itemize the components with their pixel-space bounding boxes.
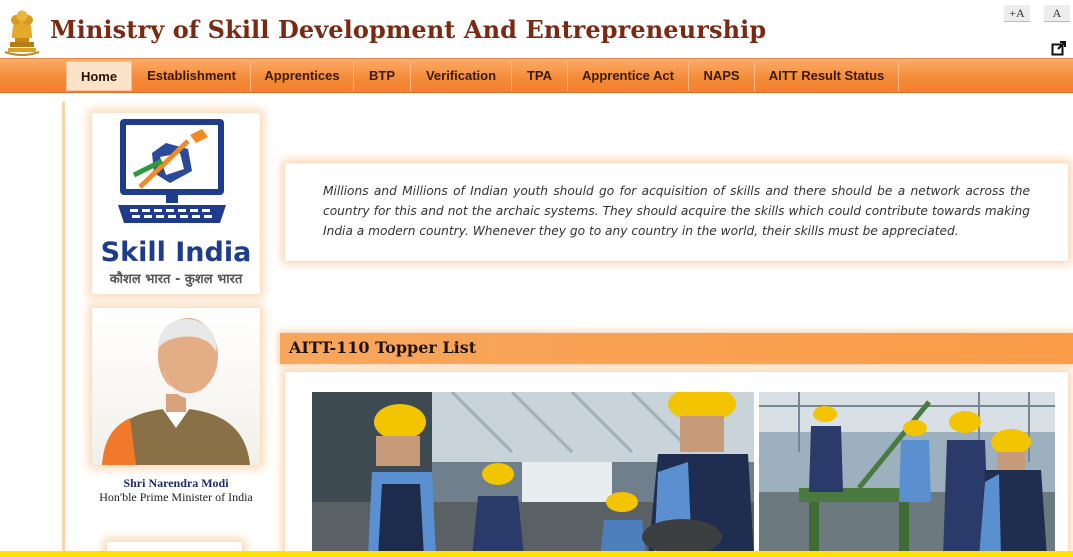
- workshop-photo-1: [312, 392, 754, 557]
- pm-portrait: [92, 308, 260, 465]
- external-link-icon[interactable]: [1051, 40, 1067, 56]
- skill-india-tagline: कौशल भारत - कुशल भारत: [109, 271, 243, 287]
- nav-naps[interactable]: NAPS: [689, 61, 755, 91]
- nav-verification[interactable]: Verification: [411, 61, 512, 91]
- site-header: Ministry of Skill Development And Entrep…: [0, 0, 1073, 58]
- skill-india-logo-graphic: Skill India कौशल भारत - कुशल भारत: [101, 119, 252, 287]
- site-title: Ministry of Skill Development And Entrep…: [50, 15, 767, 44]
- nav-aitt-result-status[interactable]: AITT Result Status: [755, 61, 899, 91]
- nav-tpa[interactable]: TPA: [512, 61, 568, 91]
- quote-text: Millions and Millions of Indian youth sh…: [323, 184, 1030, 238]
- nav-btp[interactable]: BTP: [354, 61, 411, 91]
- skill-india-text: Skill India: [101, 237, 252, 268]
- topper-list-header[interactable]: AITT-110 Topper List: [280, 333, 1073, 364]
- pm-role: Hon'ble Prime Minister of India: [99, 490, 253, 504]
- national-emblem-icon: [4, 10, 40, 56]
- quote-box: Millions and Millions of Indian youth sh…: [285, 163, 1068, 261]
- main-nav: Home Establishment Apprentices BTP Verif…: [0, 58, 1073, 93]
- photo-gallery: [285, 372, 1068, 557]
- nav-establishment[interactable]: Establishment: [133, 61, 251, 91]
- workshop-photo-2: [759, 392, 1055, 557]
- pm-name: Shri Narendra Modi: [123, 476, 229, 490]
- topper-list-title: AITT-110 Topper List: [289, 338, 477, 357]
- left-divider: [62, 102, 65, 557]
- footer-accent-strip: [0, 551, 1073, 557]
- nav-home[interactable]: Home: [66, 61, 132, 91]
- increase-font-button[interactable]: +A: [1004, 5, 1030, 22]
- skill-india-logo[interactable]: Skill India कौशल भारत - कुशल भारत: [92, 113, 260, 294]
- pm-photo[interactable]: [92, 308, 260, 465]
- nav-apprentices[interactable]: Apprentices: [251, 61, 354, 91]
- normal-font-button[interactable]: A: [1044, 5, 1070, 22]
- nav-apprentice-act[interactable]: Apprentice Act: [568, 61, 689, 91]
